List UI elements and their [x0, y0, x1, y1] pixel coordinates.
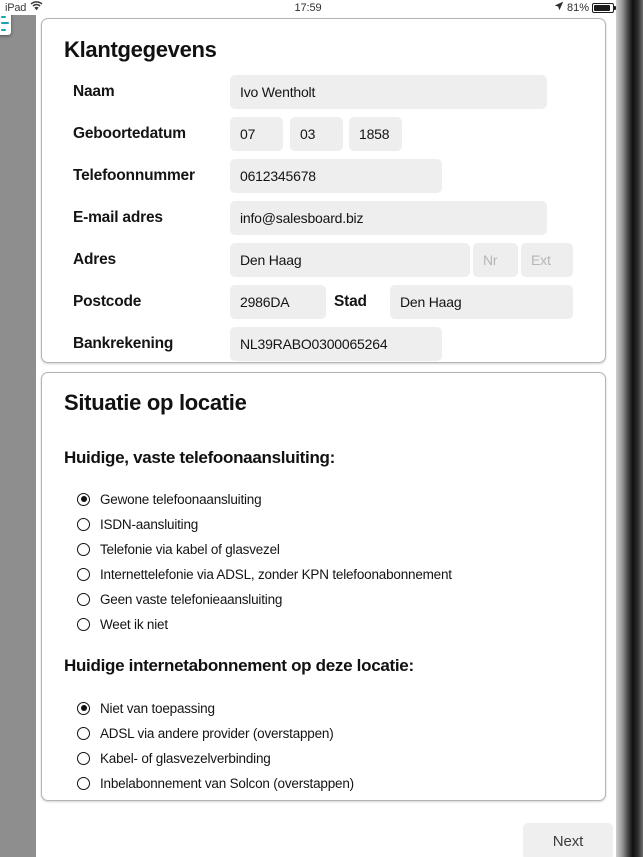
radio-label: Gewone telefoonaansluiting [100, 491, 262, 507]
label-stad: Stad [334, 293, 367, 310]
battery-icon [592, 2, 616, 13]
list-line [1, 28, 6, 31]
form-row-adres: Adres [42, 243, 605, 277]
customer-details-card: Klantgegevens Naam Geboortedatum Telefoo… [41, 18, 606, 363]
situation-title: Situatie op locatie [64, 390, 247, 415]
radio-button-icon[interactable] [77, 492, 90, 506]
form-row-geboortedatum: Geboortedatum [42, 117, 605, 151]
radio-label: Geen vaste telefonieaansluiting [100, 591, 283, 607]
bankrekening-input[interactable] [230, 327, 442, 361]
label-postcode: Postcode [73, 293, 142, 310]
stad-input[interactable] [390, 285, 573, 319]
radio-button-icon[interactable] [77, 701, 90, 715]
list-line [1, 15, 6, 18]
adres-nr-input[interactable] [473, 243, 518, 277]
geboortedatum-year-input[interactable] [349, 117, 402, 151]
radio-option-telefoon-3[interactable]: Internettelefonie via ADSL, zonder KPN t… [77, 563, 452, 585]
radio-button-icon[interactable] [77, 542, 90, 556]
form-row-naam: Naam [42, 75, 605, 109]
label-adres: Adres [73, 251, 116, 268]
radio-option-internet-0[interactable]: Niet van toepassing [77, 697, 215, 719]
form-row-bankrekening: Bankrekening [42, 327, 605, 361]
label-naam: Naam [73, 83, 115, 100]
radio-button-icon[interactable] [77, 517, 90, 531]
right-screen-edge [616, 0, 643, 857]
geboortedatum-month-input[interactable] [290, 117, 343, 151]
adres-ext-input[interactable] [521, 243, 573, 277]
radio-button-icon[interactable] [77, 726, 90, 740]
group-heading-telefoon: Huidige, vaste telefoonaansluiting: [64, 448, 335, 467]
location-arrow-icon [554, 1, 564, 14]
radio-button-icon[interactable] [77, 567, 90, 581]
radio-button-icon[interactable] [77, 617, 90, 631]
radio-option-telefoon-1[interactable]: ISDN-aansluiting [77, 513, 198, 535]
postcode-input[interactable] [230, 285, 326, 319]
radio-option-telefoon-5[interactable]: Weet ik niet [77, 613, 168, 635]
telefoonnummer-input[interactable] [230, 159, 442, 193]
page-title: Klantgegevens [64, 37, 217, 62]
status-bar-right: 81% [554, 0, 616, 15]
label-geboortedatum: Geboortedatum [73, 125, 186, 142]
email-input[interactable] [230, 201, 547, 235]
form-row-email: E-mail adres [42, 201, 605, 235]
radio-option-telefoon-0[interactable]: Gewone telefoonaansluiting [77, 488, 262, 510]
group-heading-internet: Huidige internetabonnement op deze locat… [64, 656, 414, 675]
form-row-telefoonnummer: Telefoonnummer [42, 159, 605, 193]
next-button[interactable]: Next [523, 823, 613, 857]
radio-option-internet-1[interactable]: ADSL via andere provider (overstappen) [77, 722, 334, 744]
form-page: Klantgegevens Naam Geboortedatum Telefoo… [36, 15, 616, 857]
battery-percent-label: 81% [566, 1, 589, 14]
radio-button-icon[interactable] [77, 751, 90, 765]
radio-label: ISDN-aansluiting [100, 516, 199, 532]
radio-label: Internettelefonie via ADSL, zonder KPN t… [100, 566, 452, 582]
radio-label: Weet ik niet [100, 616, 168, 632]
naam-input[interactable] [230, 75, 547, 109]
radio-label: Niet van toepassing [100, 700, 215, 716]
status-bar-center: 17:59 [0, 0, 616, 15]
radio-option-internet-2[interactable]: Kabel- of glasvezelverbinding [77, 747, 271, 769]
label-telefoonnummer: Telefoonnummer [73, 167, 195, 184]
label-email: E-mail adres [73, 209, 163, 226]
radio-option-telefoon-4[interactable]: Geen vaste telefonieaansluiting [77, 588, 282, 610]
label-bankrekening: Bankrekening [73, 335, 174, 352]
radio-button-icon[interactable] [77, 592, 90, 606]
situation-card: Situatie op locatie Huidige, vaste telef… [41, 372, 606, 801]
clock-time: 17:59 [294, 1, 322, 14]
radio-label: Inbelabonnement van Solcon (overstappen) [100, 775, 354, 791]
radio-option-telefoon-2[interactable]: Telefonie via kabel of glasvezel [77, 538, 280, 560]
radio-label: ADSL via andere provider (overstappen) [100, 725, 334, 741]
geboortedatum-day-input[interactable] [230, 117, 283, 151]
list-line [1, 22, 9, 25]
adres-street-input[interactable] [230, 243, 470, 277]
ios-status-bar: iPad 17:59 81% [0, 0, 616, 15]
radio-button-icon[interactable] [77, 776, 90, 790]
radio-label: Telefonie via kabel of glasvezel [100, 541, 280, 557]
radio-label: Kabel- of glasvezelverbinding [100, 750, 271, 766]
left-gutter [0, 15, 36, 857]
form-row-postcode-stad: Postcode Stad [42, 285, 605, 319]
radio-option-internet-3[interactable]: Inbelabonnement van Solcon (overstappen) [77, 772, 354, 794]
